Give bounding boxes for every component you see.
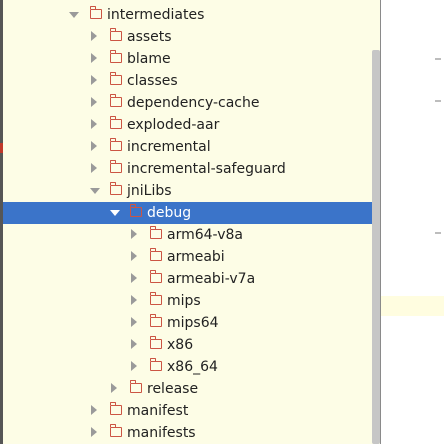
tree-item-label: incremental (127, 139, 211, 155)
chevron-down-icon[interactable] (110, 210, 120, 216)
tree-item-mips64[interactable]: mips64 (3, 312, 380, 334)
ide-window: intermediates assets blame classes depen… (0, 0, 444, 444)
folder-icon (129, 380, 142, 393)
tree-item-label: mips (167, 293, 201, 309)
folder-icon (129, 204, 142, 217)
folder-icon (149, 248, 162, 261)
chevron-down-icon[interactable] (90, 188, 100, 194)
tree-item-label: incremental-safeguard (127, 161, 286, 177)
editor-current-line (381, 296, 444, 316)
tree-item-armeabi[interactable]: armeabi (3, 246, 380, 268)
editor-area[interactable] (381, 0, 444, 444)
editor-gutter-mark (435, 58, 441, 60)
tree-item-classes[interactable]: classes (3, 70, 380, 92)
chevron-right-icon[interactable] (131, 361, 137, 371)
tree-item-label: manifests (127, 425, 196, 441)
folder-icon (149, 314, 162, 327)
chevron-right-icon[interactable] (131, 295, 137, 305)
folder-icon (109, 50, 122, 63)
tree-item-label: manifest (127, 403, 189, 419)
tree-item-incremental[interactable]: incremental (3, 136, 380, 158)
folder-icon (149, 358, 162, 371)
folder-icon (149, 226, 162, 239)
tree-item-label: arm64-v8a (167, 227, 243, 243)
chevron-right-icon[interactable] (91, 405, 97, 415)
tree-item-intermediates[interactable]: intermediates (3, 4, 380, 26)
editor-gutter-mark (435, 232, 441, 234)
tree-item-label: intermediates (107, 7, 205, 23)
tree-item-label: dependency-cache (127, 95, 260, 111)
folder-icon (109, 402, 122, 415)
chevron-right-icon[interactable] (91, 119, 97, 129)
tree-item-release[interactable]: release (3, 378, 380, 400)
chevron-right-icon[interactable] (131, 339, 137, 349)
tree-item-label: release (147, 381, 199, 397)
folder-icon (149, 336, 162, 349)
chevron-right-icon[interactable] (131, 229, 137, 239)
tree-item-label: blame (127, 51, 171, 67)
tree-item-label: armeabi-v7a (167, 271, 256, 287)
folder-icon (109, 160, 122, 173)
chevron-right-icon[interactable] (91, 163, 97, 173)
folder-icon (109, 182, 122, 195)
folder-icon (109, 72, 122, 85)
chevron-right-icon[interactable] (91, 53, 97, 63)
folder-icon (149, 270, 162, 283)
folder-icon (109, 138, 122, 151)
tree-item-label: armeabi (167, 249, 225, 265)
chevron-right-icon[interactable] (131, 251, 137, 261)
tree-item-mips[interactable]: mips (3, 290, 380, 312)
tree-item-debug[interactable]: debug (3, 202, 380, 224)
tree-item-dependency-cache[interactable]: dependency-cache (3, 92, 380, 114)
chevron-right-icon[interactable] (91, 141, 97, 151)
tree-item-incremental-safeguard[interactable]: incremental-safeguard (3, 158, 380, 180)
tree-item-label: x86 (167, 337, 194, 353)
tree-item-manifest[interactable]: manifest (3, 400, 380, 422)
tree-item-label: jniLibs (127, 183, 172, 199)
tree-item-assets[interactable]: assets (3, 26, 380, 48)
project-tree[interactable]: intermediates assets blame classes depen… (3, 0, 380, 444)
chevron-right-icon[interactable] (131, 317, 137, 327)
tree-item-arm64-v8a[interactable]: arm64-v8a (3, 224, 380, 246)
tree-item-label: classes (127, 73, 178, 89)
vertical-scrollbar-thumb[interactable] (372, 50, 380, 444)
chevron-right-icon[interactable] (91, 75, 97, 85)
folder-icon (109, 424, 122, 437)
chevron-down-icon[interactable] (69, 12, 79, 18)
tree-item-exploded-aar[interactable]: exploded-aar (3, 114, 380, 136)
folder-icon (109, 94, 122, 107)
editor-gutter-mark (435, 100, 441, 102)
tree-item-label: exploded-aar (127, 117, 220, 133)
tree-item-jnilibs[interactable]: jniLibs (3, 180, 380, 202)
chevron-right-icon[interactable] (91, 97, 97, 107)
tree-item-manifests[interactable]: manifests (3, 422, 380, 444)
tree-item-label: x86_64 (167, 359, 218, 375)
tree-item-armeabi-v7a[interactable]: armeabi-v7a (3, 268, 380, 290)
tree-item-label: mips64 (167, 315, 219, 331)
chevron-right-icon[interactable] (91, 31, 97, 41)
folder-icon (89, 6, 102, 19)
tree-item-label: debug (147, 205, 192, 221)
tree-item-label: assets (127, 29, 172, 45)
tree-item-x86[interactable]: x86 (3, 334, 380, 356)
chevron-right-icon[interactable] (111, 383, 117, 393)
folder-icon (109, 28, 122, 41)
tree-item-x86-64[interactable]: x86_64 (3, 356, 380, 378)
chevron-right-icon[interactable] (91, 427, 97, 437)
folder-icon (149, 292, 162, 305)
folder-icon (109, 116, 122, 129)
chevron-right-icon[interactable] (131, 273, 137, 283)
tree-item-blame[interactable]: blame (3, 48, 380, 70)
